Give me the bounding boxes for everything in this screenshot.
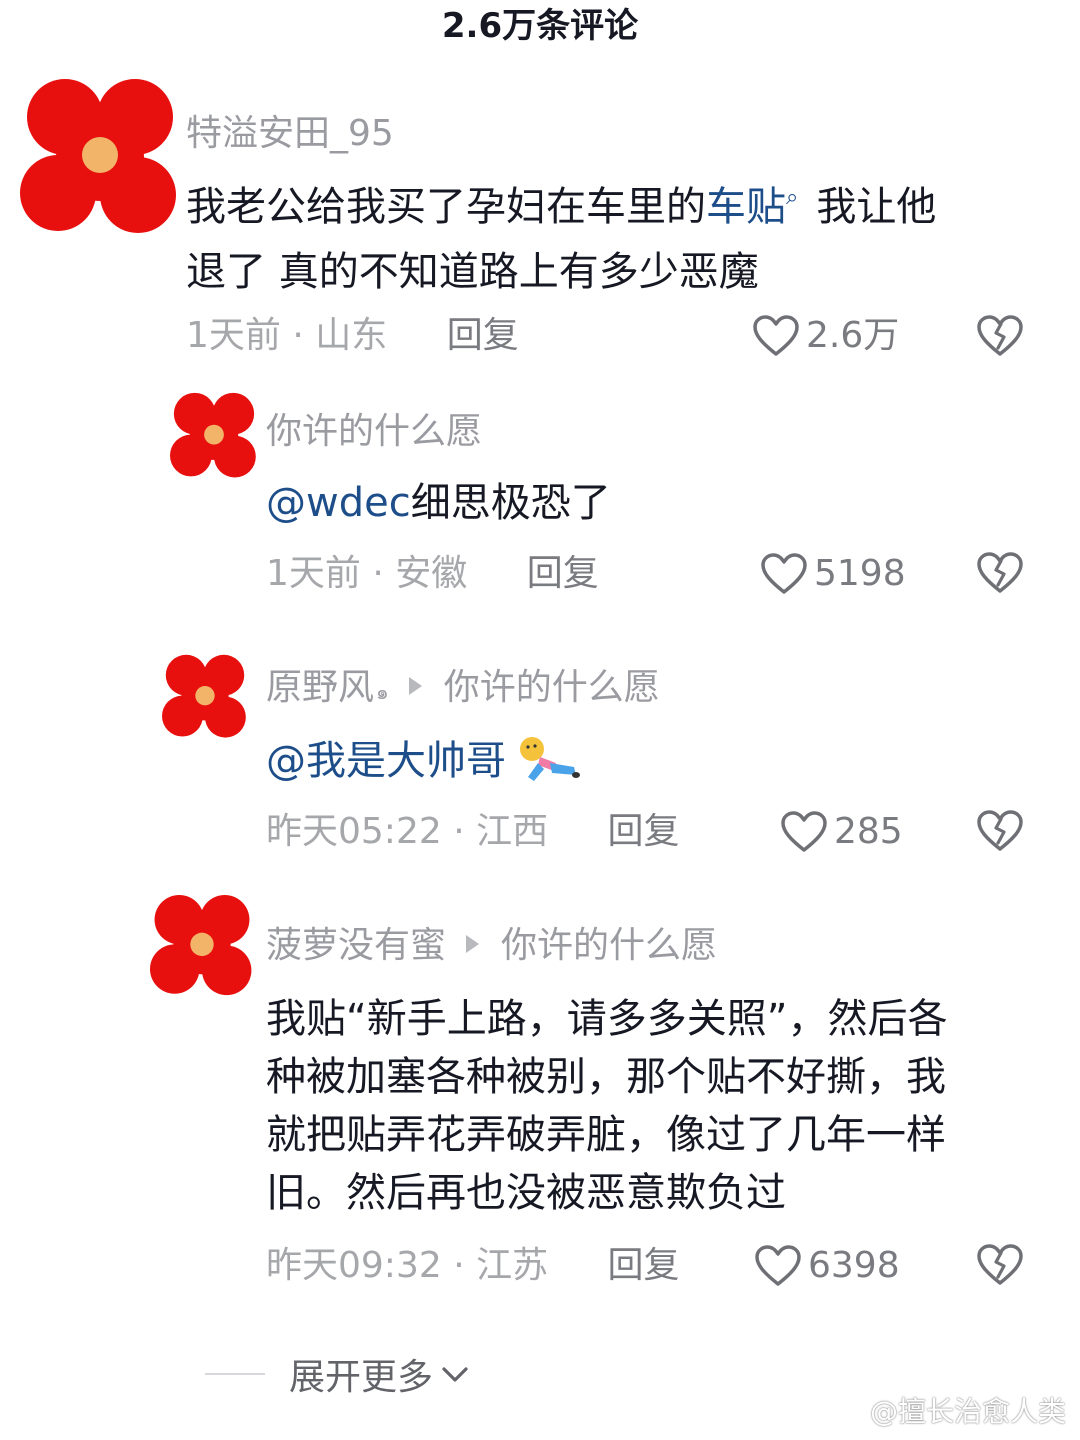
mention-link[interactable]: @wdec bbox=[266, 480, 411, 526]
like-count: 2.6万 bbox=[806, 315, 900, 356]
like-button[interactable]: 6398 bbox=[754, 1244, 900, 1288]
broken-heart-icon[interactable] bbox=[975, 808, 1025, 854]
watermark-text: @擅长治愈人类 bbox=[869, 1395, 1066, 1428]
avatar[interactable] bbox=[162, 652, 248, 742]
avatar[interactable] bbox=[20, 75, 180, 240]
chevron-down-icon bbox=[442, 1367, 468, 1382]
reply-button[interactable]: 回复 bbox=[447, 315, 519, 356]
comment-username[interactable]: 你许的什么愿 bbox=[266, 410, 482, 454]
search-icon[interactable]: ⌕ bbox=[786, 185, 798, 210]
comment-username[interactable]: 菠萝没有蜜 bbox=[266, 925, 446, 966]
watermark: @擅长治愈人类 bbox=[832, 1390, 1066, 1430]
comment-time-location: 1天前 · 山东 bbox=[186, 315, 388, 356]
weibo-logo-icon bbox=[832, 1398, 864, 1423]
like-button[interactable]: 2.6万 bbox=[752, 314, 899, 358]
heart-outline-icon bbox=[761, 553, 807, 594]
divider-line bbox=[205, 1373, 265, 1375]
avatar[interactable] bbox=[150, 892, 254, 1000]
comment-username-row: 菠萝没有蜜 你许的什么愿 bbox=[266, 924, 717, 968]
reply-to-username[interactable]: 你许的什么愿 bbox=[501, 925, 717, 966]
topic-link[interactable]: 车贴 bbox=[706, 184, 786, 230]
heart-outline-icon bbox=[753, 315, 799, 356]
reply-arrow-icon bbox=[466, 935, 480, 953]
reply-button[interactable]: 回复 bbox=[608, 811, 680, 852]
like-count: 5198 bbox=[814, 553, 906, 594]
comments-count-title: 2.6万条评论 bbox=[441, 6, 639, 46]
comment-time-location: 昨天09:32 · 江苏 bbox=[266, 1245, 549, 1286]
expand-more-label: 展开更多 bbox=[289, 1357, 434, 1398]
like-button[interactable]: 5198 bbox=[760, 552, 906, 596]
comment-username[interactable]: 特溢安田_95 bbox=[186, 112, 394, 156]
comment-time-location: 1天前 · 安徽 bbox=[266, 553, 468, 594]
mention-link[interactable]: @我是大帅哥 bbox=[266, 732, 506, 790]
user-badge-icon: ๑ bbox=[376, 680, 389, 704]
comment-meta: 1天前 · 山东 回复 bbox=[186, 314, 519, 358]
like-count: 6398 bbox=[808, 1245, 900, 1286]
avatar[interactable] bbox=[170, 390, 258, 482]
emoji-icon bbox=[520, 737, 580, 781]
like-count: 285 bbox=[834, 811, 903, 852]
comment-meta: 昨天09:32 · 江苏 回复 bbox=[266, 1244, 680, 1288]
reply-to-username[interactable]: 你许的什么愿 bbox=[444, 667, 660, 708]
comment-text: 我贴“新手上路，请多多关照”，然后各 种被加塞各种被别，那个贴不好撕，我 就把贴… bbox=[266, 996, 948, 1216]
like-button[interactable]: 285 bbox=[780, 810, 903, 854]
reply-button[interactable]: 回复 bbox=[608, 1245, 680, 1286]
comment-text: @我是大帅哥 bbox=[266, 732, 582, 790]
reply-arrow-icon bbox=[408, 677, 422, 695]
broken-heart-icon[interactable] bbox=[975, 550, 1025, 596]
heart-outline-icon bbox=[755, 1245, 801, 1286]
expand-more-button[interactable]: 展开更多 bbox=[205, 1348, 471, 1400]
comment-time-location: 昨天05:22 · 江西 bbox=[266, 811, 549, 852]
reply-button[interactable]: 回复 bbox=[527, 553, 599, 594]
comment-text: 我老公给我买了孕妇在车里的车贴⌕ 我让他 退了 真的不知道路上有多少恶魔 bbox=[186, 184, 937, 295]
comment-username[interactable]: 原野风 bbox=[266, 667, 374, 708]
comment-meta: 1天前 · 安徽 回复 bbox=[266, 552, 599, 596]
broken-heart-icon[interactable] bbox=[975, 1242, 1025, 1288]
comment-meta: 昨天05:22 · 江西 回复 bbox=[266, 810, 680, 854]
heart-outline-icon bbox=[781, 811, 827, 852]
broken-heart-icon[interactable] bbox=[975, 313, 1025, 359]
comment-username-row: 原野风๑ 你许的什么愿 bbox=[266, 666, 660, 714]
comment-text: @wdec细思极恐了 bbox=[266, 480, 611, 526]
